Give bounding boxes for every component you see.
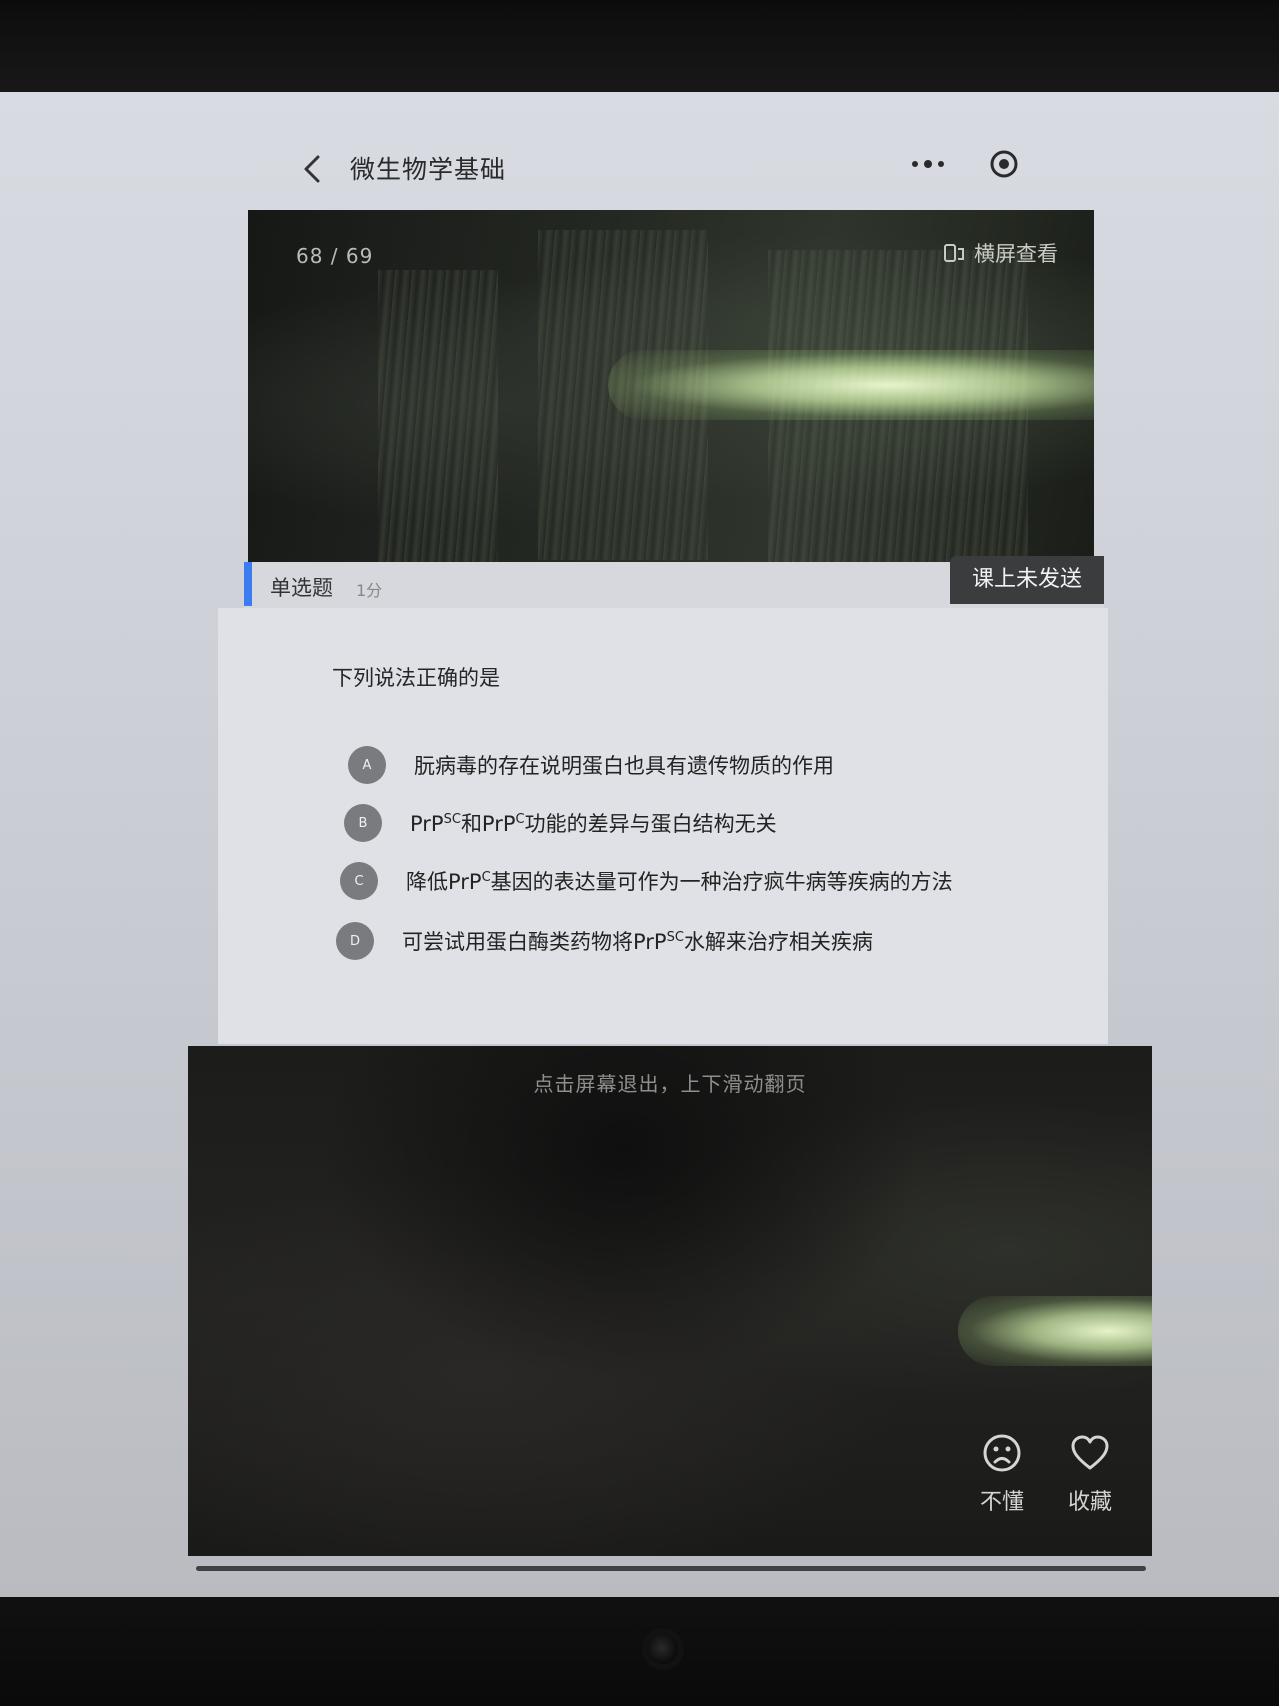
option-d[interactable]: D 可尝试用蛋白酶类药物将PrPSC水解来治疗相关疾病	[336, 922, 873, 960]
screen-glare	[958, 1296, 1152, 1366]
heart-icon	[1071, 1435, 1109, 1470]
background-texture	[378, 270, 498, 562]
option-text: 可尝试用蛋白酶类药物将PrPSC水解来治疗相关疾病	[402, 930, 873, 954]
question-card: 下列说法正确的是 A 朊病毒的存在说明蛋白也具有遗传物质的作用 B PrPSC和…	[218, 608, 1108, 1044]
chevron-left-icon[interactable]	[300, 154, 326, 184]
target-icon[interactable]	[988, 148, 1020, 180]
scrollbar[interactable]	[196, 1566, 1146, 1571]
nav-bar: 微生物学基础	[0, 92, 1279, 212]
option-text: 朊病毒的存在说明蛋白也具有遗传物质的作用	[414, 754, 834, 778]
dont-understand-button[interactable]: 不懂	[980, 1432, 1024, 1516]
option-text: PrPSC和PrPC功能的差异与蛋白结构无关	[410, 812, 777, 836]
sad-face-icon	[983, 1434, 1021, 1472]
question-stem: 下列说法正确的是	[332, 666, 500, 690]
navigation-hint: 点击屏幕退出，上下滑动翻页	[533, 1072, 807, 1096]
camera-lens	[648, 1634, 678, 1664]
screen: 微生物学基础 68 / 69 横屏查看 单选题 1分 课上未发送 下列说法正确的…	[0, 92, 1279, 1597]
more-dots-icon[interactable]	[910, 154, 946, 174]
rotate-screen-icon	[944, 244, 964, 262]
option-letter-badge: C	[340, 862, 378, 900]
device-frame: 微生物学基础 68 / 69 横屏查看 单选题 1分 课上未发送 下列说法正确的…	[0, 0, 1279, 1706]
landscape-view-button[interactable]: 横屏查看	[944, 238, 1058, 268]
landscape-view-label: 横屏查看	[974, 242, 1058, 266]
option-a[interactable]: A 朊病毒的存在说明蛋白也具有遗传物质的作用	[348, 746, 834, 784]
question-score: 1分	[356, 581, 383, 600]
option-text: 降低PrPC基因的表达量可作为一种治疗疯牛病等疾病的方法	[406, 870, 953, 894]
screen-glare	[608, 350, 1094, 420]
dont-understand-label: 不懂	[980, 1490, 1025, 1515]
accent-stripe	[244, 562, 252, 606]
option-letter-badge: B	[344, 804, 382, 842]
next-slide-video-panel[interactable]: 点击屏幕退出，上下滑动翻页 不懂 收藏	[188, 1046, 1152, 1556]
page-title: 微生物学基础	[350, 155, 507, 184]
page-counter: 68 / 69	[296, 244, 374, 268]
question-type-label: 单选题	[270, 576, 333, 600]
favorite-button[interactable]: 收藏	[1068, 1432, 1112, 1516]
slide-video-panel[interactable]: 68 / 69 横屏查看	[248, 210, 1094, 562]
status-badge: 课上未发送	[949, 556, 1104, 604]
favorite-label: 收藏	[1068, 1490, 1113, 1515]
option-b[interactable]: B PrPSC和PrPC功能的差异与蛋白结构无关	[344, 804, 777, 842]
option-letter-badge: D	[336, 922, 374, 960]
option-letter-badge: A	[348, 746, 386, 784]
question-type-bar: 单选题 1分 课上未发送	[244, 556, 1104, 608]
option-c[interactable]: C 降低PrPC基因的表达量可作为一种治疗疯牛病等疾病的方法	[340, 862, 953, 900]
